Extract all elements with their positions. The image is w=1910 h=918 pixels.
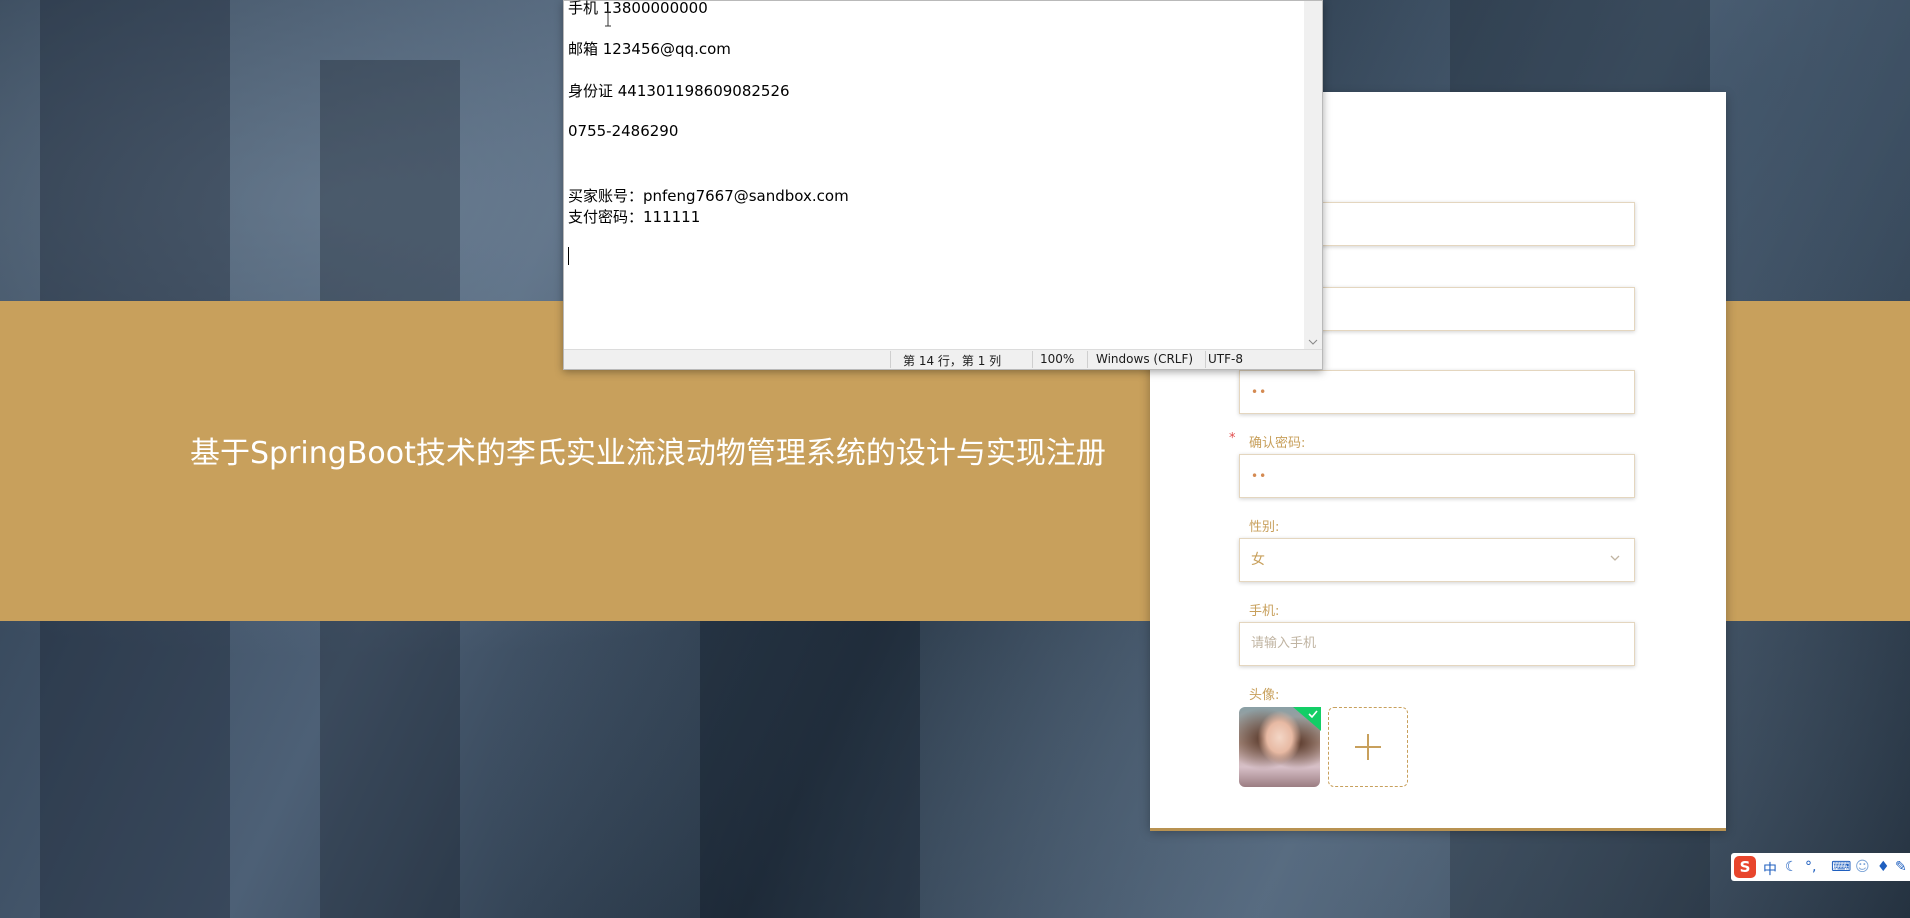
gender-label: 性别: bbox=[1249, 520, 1280, 535]
punctuation-icon[interactable]: °, bbox=[1805, 859, 1816, 875]
wrench-icon[interactable]: ✎ bbox=[1895, 859, 1907, 875]
notepad-line: 0755-2486290 bbox=[568, 122, 679, 140]
notepad-line: 买家账号：pnfeng7667@sandbox.com bbox=[568, 187, 849, 205]
ime-mode-toggle[interactable]: 中 bbox=[1763, 859, 1777, 879]
keyboard-icon[interactable]: ⌨ bbox=[1831, 859, 1851, 875]
notepad-line: 手机 13800000000 bbox=[568, 0, 708, 17]
required-mark: * bbox=[1229, 431, 1236, 446]
notepad-window[interactable]: 手机 13800000000 邮箱 123456@qq.com 身份证 4413… bbox=[563, 0, 1323, 370]
plus-icon bbox=[1355, 734, 1381, 760]
zoom-level: 100% bbox=[1040, 352, 1075, 366]
ibeam-cursor-icon bbox=[605, 11, 611, 27]
vertical-scrollbar[interactable] bbox=[1304, 1, 1322, 350]
user-icon[interactable]: ☺ bbox=[1855, 859, 1870, 875]
confirm-password-input[interactable]: •• bbox=[1239, 454, 1635, 498]
line-ending: Windows (CRLF) bbox=[1096, 352, 1194, 366]
confirm-password-label: 确认密码: bbox=[1249, 436, 1306, 451]
moon-icon[interactable]: ☾ bbox=[1785, 859, 1798, 875]
password-input[interactable]: •• bbox=[1239, 370, 1635, 414]
status-bar: 第 14 行，第 1 列 100% Windows (CRLF) UTF-8 bbox=[564, 349, 1322, 369]
encoding: UTF-8 bbox=[1208, 352, 1243, 366]
gender-value: 女 bbox=[1251, 552, 1265, 568]
text-cursor bbox=[568, 247, 569, 265]
skin-icon[interactable]: ♦ bbox=[1877, 859, 1890, 875]
cursor-position: 第 14 行，第 1 列 bbox=[903, 354, 1002, 368]
notepad-line: 邮箱 123456@qq.com bbox=[568, 40, 731, 58]
notepad-line: 身份证 441301198609082526 bbox=[568, 82, 790, 100]
ime-toolbar[interactable]: S 中 ☾ °, ⌨ ☺ ♦ ✎ bbox=[1731, 853, 1910, 881]
upload-success-icon bbox=[1293, 707, 1321, 731]
notepad-line: 支付密码：111111 bbox=[568, 208, 701, 226]
scroll-down-arrow-icon[interactable] bbox=[1308, 338, 1318, 346]
chevron-down-icon bbox=[1610, 555, 1620, 561]
phone-label: 手机: bbox=[1249, 604, 1280, 619]
avatar-upload-button[interactable] bbox=[1328, 707, 1408, 787]
gender-select[interactable]: 女 bbox=[1239, 538, 1635, 582]
phone-input[interactable]: 请输入手机 bbox=[1239, 622, 1635, 666]
avatar-label: 头像: bbox=[1249, 688, 1280, 703]
page-title: 基于SpringBoot技术的李氏实业流浪动物管理系统的设计与实现注册 bbox=[190, 436, 1106, 471]
sogou-logo-icon[interactable]: S bbox=[1734, 856, 1756, 878]
